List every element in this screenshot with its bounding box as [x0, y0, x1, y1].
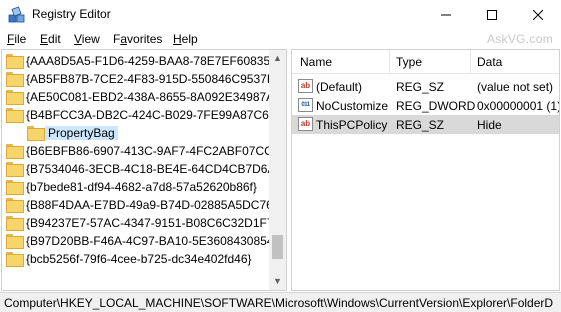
- watermark: AskVG.com: [486, 32, 553, 46]
- column-divider[interactable]: [389, 50, 390, 74]
- menu-favorites-label: vorites: [127, 32, 163, 46]
- column-data-header[interactable]: Data: [477, 55, 502, 69]
- tree-item-propertybag[interactable]: PropertyBag: [2, 124, 270, 142]
- folder-icon: [6, 234, 24, 249]
- tree-item-label: {B88F4DAA-E7BD-49a9-B74D-02885A5DC765}: [26, 198, 284, 212]
- menu-edit-label: dit: [48, 32, 61, 46]
- scroll-up-arrow-icon[interactable]: ▲: [269, 50, 286, 67]
- folder-icon: [6, 144, 24, 159]
- value-name: NoCustomize: [316, 99, 389, 113]
- tree-item[interactable]: {B94237E7-57AC-4347-9151-B08C6C32D1F7}: [2, 214, 278, 232]
- folder-icon: [6, 216, 24, 231]
- column-type-header[interactable]: Type: [396, 55, 422, 69]
- value-type: REG_DWORD: [396, 99, 476, 113]
- tree-item-label: {B6EBFB86-6907-413C-9AF7-4FC2ABF07CC5}: [26, 144, 284, 158]
- menu-file-label: ile: [14, 32, 27, 46]
- tree-item-label: {B94237E7-57AC-4347-9151-B08C6C32D1F7}: [26, 216, 278, 230]
- menu-edit[interactable]: Edit: [40, 32, 61, 46]
- tree-item-label: {AE50C081-EBD2-438A-8655-8A092E34987A}: [26, 90, 279, 104]
- folder-icon: [6, 54, 24, 69]
- tree-item[interactable]: {AB5FB87B-7CE2-4F83-915D-550846C9537B}: [2, 70, 279, 88]
- value-data: Hide: [477, 118, 502, 132]
- binary-value-icon: 011: [298, 98, 313, 112]
- tree-item-label: {AAA8D5A5-F1D6-4259-BAA8-78E7EF60835E}: [26, 54, 283, 68]
- tree-item[interactable]: {AAA8D5A5-F1D6-4259-BAA8-78E7EF60835E}: [2, 52, 282, 70]
- list-row[interactable]: 011 NoCustomize REG_DWORD 0x00000001 (1): [292, 96, 560, 115]
- folder-open-icon: [6, 108, 24, 123]
- registry-tree[interactable]: {AAA8D5A5-F1D6-4259-BAA8-78E7EF60835E} {…: [1, 49, 287, 291]
- menu-help[interactable]: Help: [173, 32, 198, 46]
- menu-view[interactable]: View: [74, 32, 100, 46]
- tree-item[interactable]: {B88F4DAA-E7BD-49a9-B74D-02885A5DC765}: [2, 196, 284, 214]
- menu-help-label: elp: [181, 32, 198, 46]
- folder-icon: [6, 162, 24, 177]
- tree-item-label: {B97D20BB-F46A-4C97-BA10-5E3608430854}: [26, 234, 278, 248]
- tree-item[interactable]: {b7bede81-df94-4682-a7d8-57a52620b86f}: [2, 178, 270, 196]
- minimize-button[interactable]: [423, 0, 469, 30]
- close-button[interactable]: [515, 0, 561, 30]
- folder-icon: [6, 72, 24, 87]
- folder-icon: [27, 126, 45, 141]
- value-data: 0x00000001 (1): [477, 99, 560, 113]
- tree-item[interactable]: {B97D20BB-F46A-4C97-BA10-5E3608430854}: [2, 232, 278, 250]
- menu-view-label: iew: [81, 32, 100, 46]
- tree-item-label: {bcb5256f-79f6-4cee-b725-dc34e402fd46}: [26, 252, 252, 266]
- tree-item[interactable]: {B4BFCC3A-DB2C-424C-B029-7FE99A87C641}: [2, 106, 286, 124]
- string-value-icon: ab: [298, 117, 313, 131]
- tree-item-label: {B4BFCC3A-DB2C-424C-B029-7FE99A87C641}: [26, 108, 287, 122]
- menu-edit-accel: E: [40, 32, 49, 46]
- menu-favorites[interactable]: Favorites: [113, 32, 162, 46]
- list-header: Name Type Data: [292, 50, 559, 74]
- folder-icon: [6, 90, 24, 105]
- tree-item[interactable]: {bcb5256f-79f6-4cee-b725-dc34e402fd46}: [2, 250, 270, 268]
- tree-item-label: PropertyBag: [45, 126, 118, 140]
- regedit-icon: [8, 6, 26, 24]
- menu-help-accel: H: [173, 32, 182, 46]
- value-name: ThisPCPolicy: [316, 118, 388, 132]
- tree-item[interactable]: {B6EBFB86-6907-413C-9AF7-4FC2ABF07CC5}: [2, 142, 283, 160]
- column-name-header[interactable]: Name: [300, 55, 332, 69]
- maximize-button[interactable]: [469, 0, 515, 30]
- title-bar: Registry Editor: [0, 0, 561, 30]
- tree-scrollbar[interactable]: ▲ ▼: [269, 50, 286, 290]
- value-type: REG_SZ: [396, 80, 445, 94]
- folder-icon: [6, 198, 24, 213]
- column-divider[interactable]: [470, 50, 471, 74]
- scroll-thumb[interactable]: [272, 235, 283, 259]
- window-title: Registry Editor: [32, 7, 111, 21]
- menu-file[interactable]: File: [7, 32, 26, 46]
- folder-icon: [6, 252, 24, 267]
- scroll-down-arrow-icon[interactable]: ▼: [269, 273, 286, 290]
- status-bar: Computer\HKEY_LOCAL_MACHINE\SOFTWARE\Mic…: [0, 292, 561, 312]
- tree-item[interactable]: {B7534046-3ECB-4C18-BE4E-64CD4CB7D6AC}: [2, 160, 286, 178]
- value-data: (value not set): [477, 80, 554, 94]
- value-name: (Default): [316, 80, 363, 94]
- values-list[interactable]: Name Type Data ab (Default) REG_SZ (valu…: [291, 49, 560, 291]
- tree-item-label: {B7534046-3ECB-4C18-BE4E-64CD4CB7D6AC}: [26, 162, 287, 176]
- tree-item-label: {AB5FB87B-7CE2-4F83-915D-550846C9537B}: [26, 72, 279, 86]
- list-row[interactable]: ab (Default) REG_SZ (value not set): [292, 77, 559, 96]
- string-value-icon: ab: [298, 79, 313, 93]
- value-type: REG_SZ: [396, 118, 445, 132]
- list-row-thispcpolicy[interactable]: ab ThisPCPolicy REG_SZ Hide: [292, 115, 559, 134]
- menu-view-accel: V: [74, 32, 82, 46]
- tree-item-label: {b7bede81-df94-4682-a7d8-57a52620b86f}: [26, 180, 257, 194]
- folder-icon: [6, 180, 24, 195]
- registry-path: Computer\HKEY_LOCAL_MACHINE\SOFTWARE\Mic…: [4, 296, 554, 310]
- menu-bar: File Edit View Favorites Help AskVG.com: [0, 30, 561, 49]
- tree-item[interactable]: {AE50C081-EBD2-438A-8655-8A092E34987A}: [2, 88, 278, 106]
